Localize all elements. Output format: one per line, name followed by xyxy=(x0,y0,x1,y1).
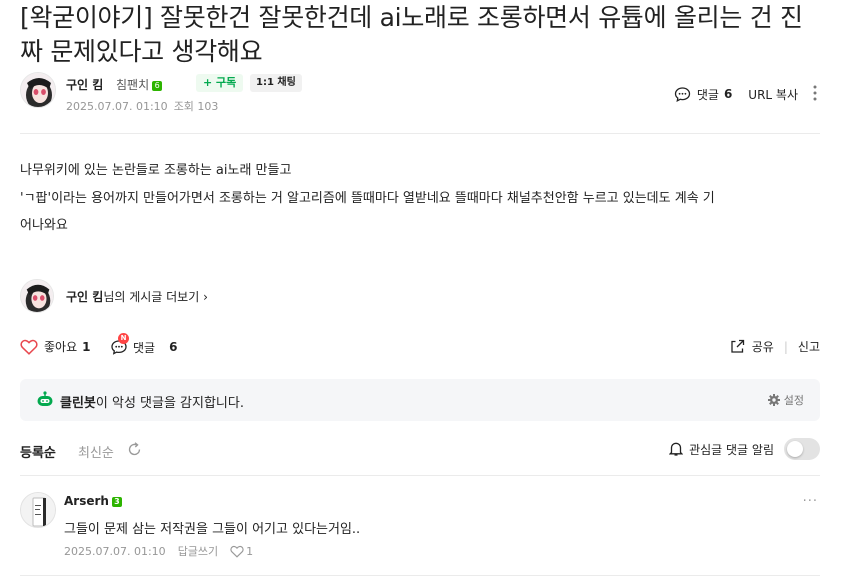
more-posts-link[interactable]: 구인 킴님의 게시글 더보기 › xyxy=(20,277,208,315)
like-count: 1 xyxy=(82,339,91,354)
reaction-bar: 좋아요 1 N 댓글 6 공유 | 신고 xyxy=(20,333,820,360)
post-meta: 2025.07.07. 01:10 조회 103 xyxy=(66,98,218,114)
comment-more-icon[interactable]: ··· xyxy=(803,494,818,509)
post-body-line: 나무위키에 있는 논란들로 조롱하는 ai노래 만들고 xyxy=(20,163,292,178)
commenter-name-text: Arserh xyxy=(64,494,109,508)
comment-count: 6 xyxy=(169,340,178,354)
more-posts-text: 구인 킴님의 게시글 더보기 › xyxy=(66,288,208,305)
like-button[interactable]: 좋아요 1 xyxy=(20,338,90,355)
comment-divider xyxy=(20,475,820,476)
report-button[interactable]: 신고 xyxy=(798,338,820,355)
comment-sort-bar: 등록순 최신순 관심글 댓글 알림 xyxy=(20,438,820,462)
comment-link[interactable]: 댓글 6 xyxy=(674,86,732,103)
commenter-level-badge: 3 xyxy=(111,497,122,507)
post-body-line: 어나와요 xyxy=(20,218,68,233)
heart-icon xyxy=(20,339,38,355)
gear-icon xyxy=(767,394,780,406)
author-avatar[interactable] xyxy=(20,72,56,108)
commenter-avatar[interactable] xyxy=(20,492,56,528)
share-report-separator: | xyxy=(783,339,788,354)
commenter-name[interactable]: Arserh 3 xyxy=(64,494,122,508)
alarm-toggle[interactable] xyxy=(784,438,820,460)
post-body-line: 'ㄱ팝'이라는 용어까지 만들어가면서 조롱하는 거 알고리즘에 뜰때마다 열받… xyxy=(20,190,715,206)
post-title: [왁굳이야기] 잘못한건 잘못한건데 ai노래로 조롱하면서 유튭에 올리는 건… xyxy=(20,3,803,66)
toggle-knob xyxy=(787,441,803,457)
reply-button[interactable]: 답글쓰기 xyxy=(178,543,218,559)
settings-label: 설정 xyxy=(783,394,804,407)
post-date: 2025.07.07. 01:10 xyxy=(66,100,168,113)
refresh-icon[interactable] xyxy=(127,442,142,461)
heart-icon xyxy=(230,545,244,558)
author-name[interactable]: 구인 킴 xyxy=(66,76,103,93)
alarm-label: 관심글 댓글 알림 xyxy=(689,442,774,457)
level-badge: 6 xyxy=(152,81,163,91)
more-posts-author: 구인 킴 xyxy=(66,289,104,304)
cleanbot-name: 클린봇 xyxy=(60,396,96,411)
post-views: 조회 103 xyxy=(173,100,219,113)
share-button[interactable]: 공유 xyxy=(752,338,774,355)
top-actions: 댓글 6 URL 복사 xyxy=(674,84,820,104)
sort-newest-tab[interactable]: 최신순 xyxy=(78,442,114,461)
subscribe-button[interactable]: + 구독 xyxy=(196,74,244,92)
comment-button[interactable]: N 댓글 6 xyxy=(110,333,178,356)
comment-icon-wrap: N xyxy=(110,333,129,356)
author-row: 구인 킴 침팬치 6 + 구독 1:1 채팅 2025.07.07. 01:10 조… xyxy=(20,72,820,116)
cleanbot-icon xyxy=(37,391,53,406)
comment-text: 그들이 문제 삼는 저작권을 그들이 어기고 있다는거임.. xyxy=(64,522,361,537)
share-icon[interactable] xyxy=(729,338,746,355)
comment-alarm: 관심글 댓글 알림 xyxy=(669,438,820,460)
post-body: 나무위키에 있는 논란들로 조롱하는 ai노래 만들고 'ㄱ팝'이라는 용어까지… xyxy=(20,157,820,240)
comment-like-button[interactable]: 1 xyxy=(230,545,253,558)
comment-link-label: 댓글 xyxy=(696,87,719,102)
comment-link-count: 6 xyxy=(723,87,733,101)
url-copy-button[interactable]: URL 복사 xyxy=(748,86,798,103)
cleanbot-text: 클린봇이 악성 댓글을 감지합니다. xyxy=(60,392,244,411)
author-level: 침팬치 6 xyxy=(116,76,163,93)
sort-registered-tab[interactable]: 등록순 xyxy=(20,442,56,461)
comment-bubble-icon xyxy=(674,86,690,102)
more-posts-suffix: 님의 게시글 더보기 › xyxy=(103,289,208,304)
share-report-group: 공유 | 신고 xyxy=(729,338,820,355)
like-label: 좋아요 xyxy=(44,340,78,354)
comment-like-count: 1 xyxy=(246,544,254,558)
author-level-label: 침팬치 xyxy=(116,78,150,92)
cleanbot-settings-button[interactable]: 설정 xyxy=(767,392,804,408)
chat-button[interactable]: 1:1 채팅 xyxy=(250,74,302,92)
more-options-icon[interactable] xyxy=(810,85,820,104)
new-badge: N xyxy=(118,333,129,344)
comment-meta: 2025.07.07. 01:10 답글쓰기 1 xyxy=(64,543,253,559)
bell-icon xyxy=(669,442,684,456)
cleanbot-message: 이 악성 댓글을 감지합니다. xyxy=(95,396,244,411)
bottom-divider xyxy=(20,575,820,576)
comment-date: 2025.07.07. 01:10 xyxy=(64,544,166,558)
avatar-image xyxy=(21,73,55,107)
comment-item: Arserh 3 ··· 그들이 문제 삼는 저작권을 그들이 어기고 있다는거임… xyxy=(20,492,820,564)
avatar-image xyxy=(21,280,53,312)
more-posts-avatar xyxy=(20,279,54,313)
avatar-image xyxy=(21,493,55,527)
cleanbot-notice: 클린봇이 악성 댓글을 감지합니다. 설정 xyxy=(20,379,820,421)
header-divider xyxy=(20,133,820,134)
comment-label: 댓글 xyxy=(133,340,156,355)
